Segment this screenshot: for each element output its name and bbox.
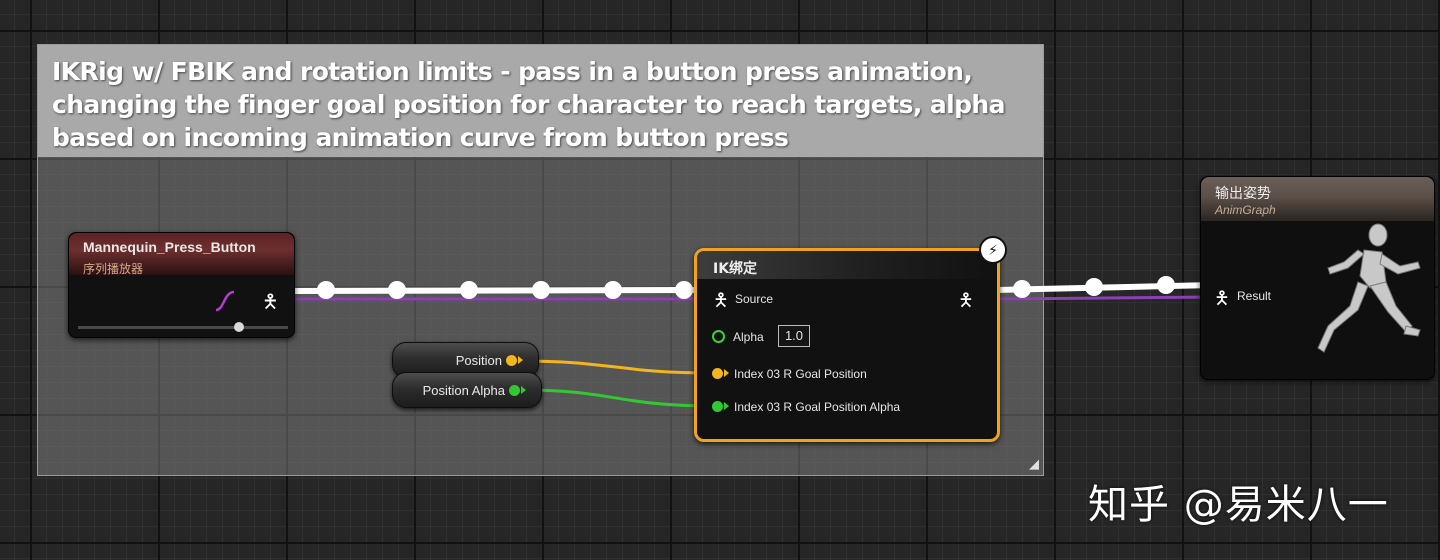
person-pin-icon[interactable]: 🯅	[262, 288, 279, 320]
position-pin-arrow-icon	[518, 356, 523, 364]
result-pin-label: Result	[1237, 289, 1272, 303]
sequence-player-header: Mannequin_Press_Button 序列播放器	[69, 233, 294, 276]
ik-rig-header: IK绑定	[697, 251, 997, 279]
goal-alpha-pin-label: Index 03 R Goal Position Alpha	[734, 400, 901, 414]
goal-position-pin-arrow-icon	[724, 369, 729, 377]
ik-rig-title: IK绑定	[713, 261, 758, 277]
position-alpha-output-pin[interactable]	[509, 385, 520, 396]
alpha-pin-label: Alpha	[733, 330, 764, 344]
sequence-player-node[interactable]: Mannequin_Press_Button 序列播放器	[68, 232, 295, 338]
position-output-pin[interactable]	[506, 355, 517, 366]
position-alpha-variable-label: Position Alpha	[422, 383, 505, 398]
watermark: 知乎 @易米八一	[1088, 482, 1389, 528]
sequence-player-subtitle: 序列播放器	[83, 262, 144, 276]
output-pose-subtitle: AnimGraph	[1215, 203, 1276, 217]
goal-position-input-pin[interactable]	[712, 368, 723, 379]
alpha-value-input[interactable]: 1.0	[778, 325, 810, 347]
sequence-player-title: Mannequin_Press_Button	[83, 239, 256, 255]
lightning-icon: ⚡	[979, 236, 1007, 264]
pose-wire-output	[995, 295, 1215, 301]
output-pose-title: 输出姿势	[1215, 186, 1271, 202]
alpha-input-pin[interactable]	[712, 330, 725, 343]
goal-position-pin-label: Index 03 R Goal Position	[734, 367, 867, 381]
playback-slider-track[interactable]	[78, 326, 288, 329]
position-alpha-variable-node[interactable]: Position Alpha	[392, 372, 542, 408]
position-variable-label: Position	[455, 353, 502, 368]
source-pin-label: Source	[735, 292, 774, 306]
output-pose-header: 输出姿势 AnimGraph	[1201, 177, 1434, 221]
alpha-wire	[523, 388, 713, 408]
ik-output-pin-icon[interactable]: 🯅	[958, 288, 974, 318]
exec-wire	[294, 287, 703, 294]
goal-alpha-input-pin[interactable]	[712, 401, 723, 412]
curve-icon	[215, 290, 235, 312]
position-alpha-pin-arrow-icon	[521, 386, 526, 394]
result-input-pin-icon[interactable]: 🯅	[1214, 286, 1230, 316]
goal-alpha-pin-arrow-icon	[724, 402, 729, 410]
source-input-pin-icon[interactable]: 🯅	[713, 288, 729, 318]
running-mannequin-icon	[1317, 223, 1421, 353]
position-wire	[520, 359, 713, 375]
playback-slider-knob[interactable]	[234, 322, 244, 332]
